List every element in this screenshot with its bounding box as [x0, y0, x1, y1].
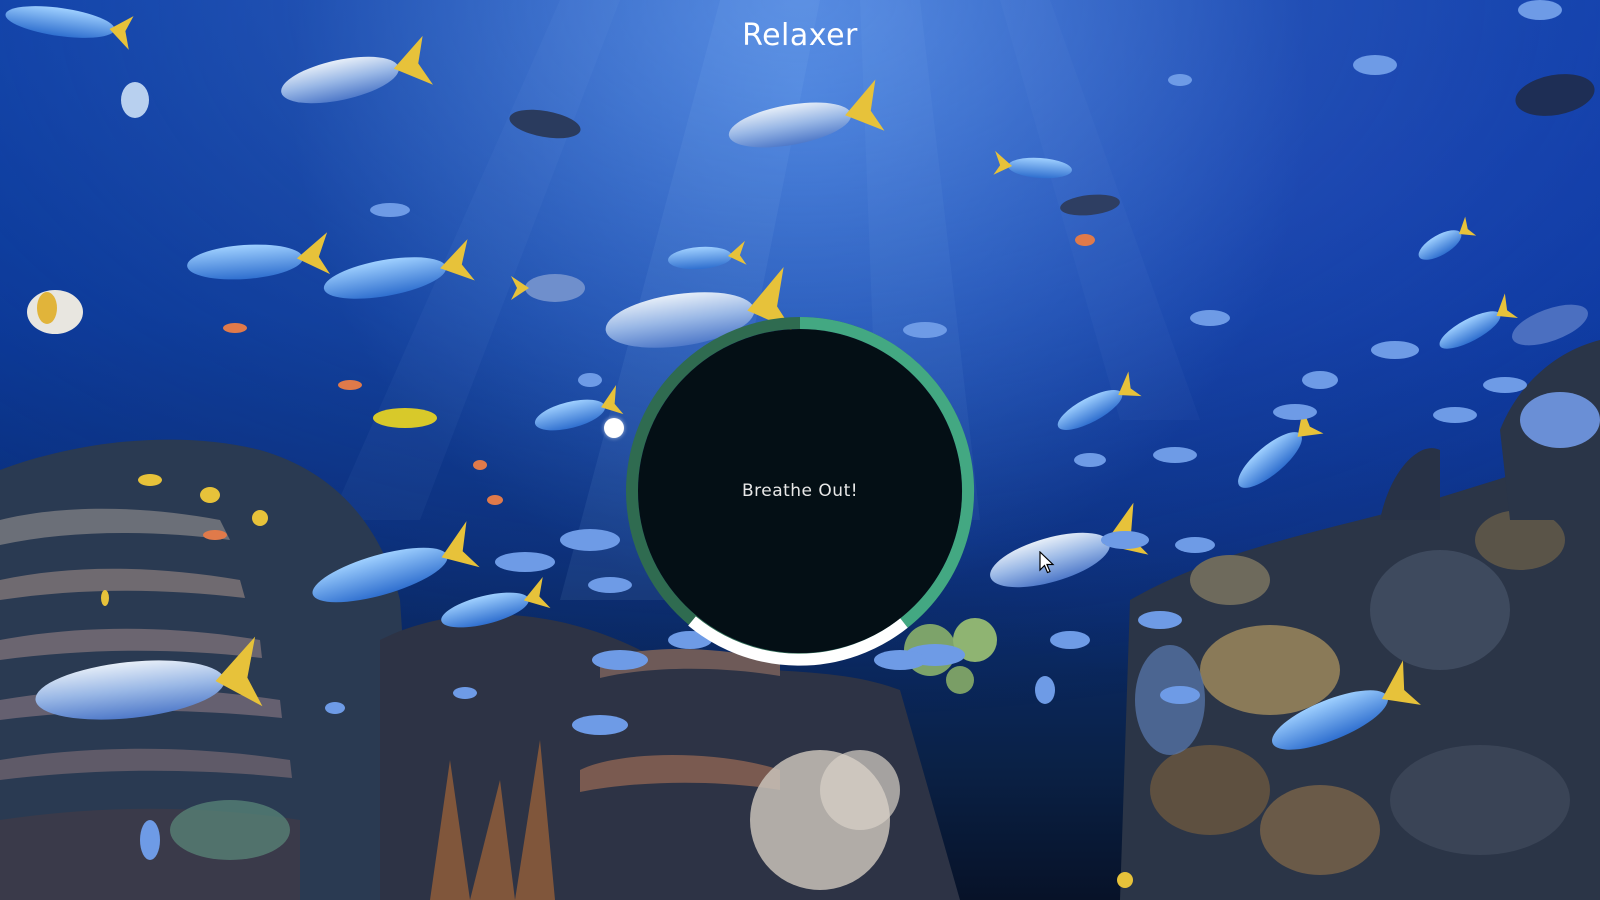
breathing-widget: Breathe Out! [625, 316, 975, 666]
app-title: Relaxer [742, 18, 858, 53]
breathing-circle: Breathe Out! [638, 329, 962, 653]
breathing-pointer [604, 418, 624, 438]
relaxer-app: Relaxer Breathe Out! [0, 0, 1600, 900]
breathing-instruction: Breathe Out! [741, 481, 859, 501]
mouse-cursor-icon [1039, 551, 1055, 574]
